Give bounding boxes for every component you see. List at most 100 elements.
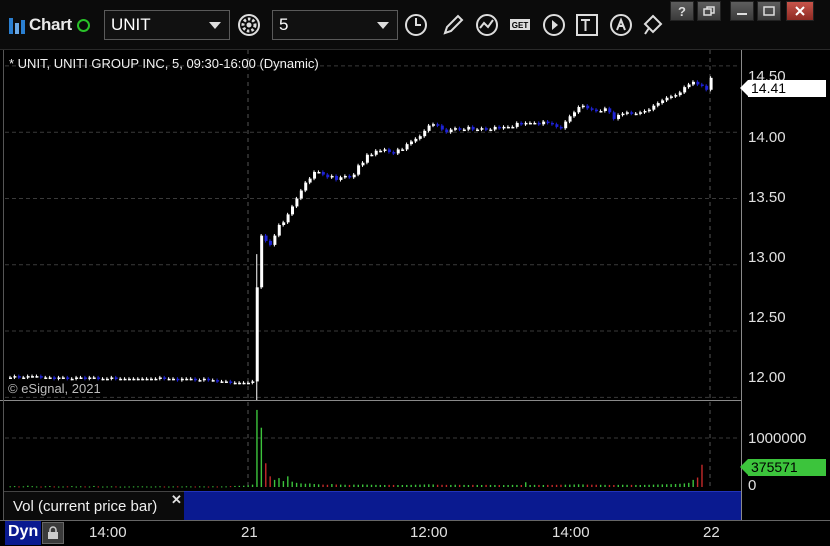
volume-bar: [666, 484, 668, 487]
candle-body: [617, 114, 621, 119]
volume-bar: [476, 484, 478, 487]
volume-bar: [573, 484, 575, 487]
study-label[interactable]: Vol (current price bar): [4, 491, 184, 520]
volume-bar: [639, 484, 641, 487]
candle-body: [621, 113, 625, 116]
volume-bar: [40, 486, 42, 488]
volume-bar: [560, 484, 562, 487]
candle-body: [678, 92, 682, 96]
volume-bar: [238, 485, 241, 487]
candle-body: [207, 378, 211, 381]
candle-body: [652, 105, 656, 110]
candle-body: [255, 287, 259, 382]
volume-bar: [309, 483, 311, 487]
volume-bar: [234, 485, 236, 487]
candle-body: [202, 378, 206, 381]
y-tick-label: 14.00: [748, 129, 786, 146]
volume-bar: [516, 484, 518, 487]
candle-body: [387, 149, 391, 153]
volume-bar: [172, 486, 174, 488]
volume-bar: [353, 484, 355, 487]
volume-bar: [331, 484, 333, 487]
candle-body: [665, 97, 669, 101]
volume-bar: [375, 484, 377, 487]
volume-bar: [507, 484, 509, 487]
volume-bar: [124, 486, 126, 488]
candle-body: [110, 377, 114, 379]
candle-body: [379, 150, 383, 153]
volume-bar: [511, 484, 514, 487]
candle-body: [154, 378, 158, 381]
candle-body: [145, 378, 149, 381]
volume-bar: [278, 478, 280, 487]
y-tick-label: 12.00: [748, 369, 786, 386]
volume-bar: [198, 486, 201, 488]
candle-body: [634, 113, 638, 116]
volume-bar: [326, 484, 329, 487]
volume-bar: [692, 479, 694, 487]
candle-body: [550, 122, 554, 125]
candle-body: [392, 152, 396, 154]
candle-body: [603, 108, 607, 111]
last-volume-marker: 375571: [740, 459, 826, 476]
volume-bar: [225, 486, 227, 488]
volume-bar: [392, 484, 395, 487]
volume-bar: [564, 484, 567, 487]
volume-bar: [410, 484, 412, 487]
candle-body: [361, 162, 365, 166]
volume-bar: [397, 485, 399, 487]
candle-body: [83, 377, 87, 379]
candle-body: [396, 149, 400, 154]
volume-bar: [335, 484, 337, 487]
volume-bar: [190, 486, 192, 488]
candle-body: [308, 178, 312, 183]
volume-bar: [93, 485, 95, 487]
volume-bar: [282, 481, 285, 487]
candle-body: [700, 84, 704, 86]
volume-bar: [679, 483, 681, 487]
volume-bar: [53, 486, 55, 488]
volume-bar: [406, 484, 408, 487]
volume-bar: [168, 486, 170, 488]
volume-bar: [604, 484, 606, 487]
lock-icon[interactable]: [42, 522, 64, 544]
volume-bar: [119, 486, 122, 488]
volume-bar: [652, 484, 655, 487]
volume-bar: [644, 484, 646, 487]
volume-bar: [489, 484, 492, 487]
candle-body: [229, 381, 233, 383]
candle-body: [194, 378, 198, 381]
volume-bar: [384, 484, 386, 487]
volume-bar: [163, 486, 166, 488]
candle-body: [405, 144, 409, 150]
volume-bar: [533, 484, 536, 487]
volume-bar: [115, 486, 117, 488]
volume-bar: [317, 484, 320, 487]
volume-bar: [362, 484, 364, 487]
candle-body: [643, 110, 647, 113]
candle-body: [608, 108, 612, 113]
candle-body: [639, 112, 643, 114]
volume-bar: [207, 486, 210, 488]
volume-bar: [661, 484, 664, 487]
volume-bar: [542, 484, 545, 487]
volume-bar: [529, 484, 531, 487]
volume-bar: [322, 484, 324, 487]
close-study-icon[interactable]: ✕: [171, 492, 182, 508]
candle-body: [286, 214, 290, 223]
candle-body: [484, 128, 488, 130]
dynamic-mode-button[interactable]: Dyn: [5, 521, 41, 545]
candle-body: [691, 81, 695, 85]
volume-bar: [463, 484, 465, 487]
volume-bar: [269, 476, 271, 487]
candle-body: [436, 124, 440, 126]
volume-bar: [344, 484, 346, 487]
volume-bar: [630, 484, 633, 487]
volume-bar: [251, 484, 254, 487]
candle-body: [524, 122, 528, 125]
candle-body: [493, 126, 497, 130]
volume-tick-label: 1000000: [748, 430, 807, 447]
volume-bar: [185, 486, 188, 488]
candle-body: [577, 107, 581, 113]
candle-body: [555, 124, 559, 127]
